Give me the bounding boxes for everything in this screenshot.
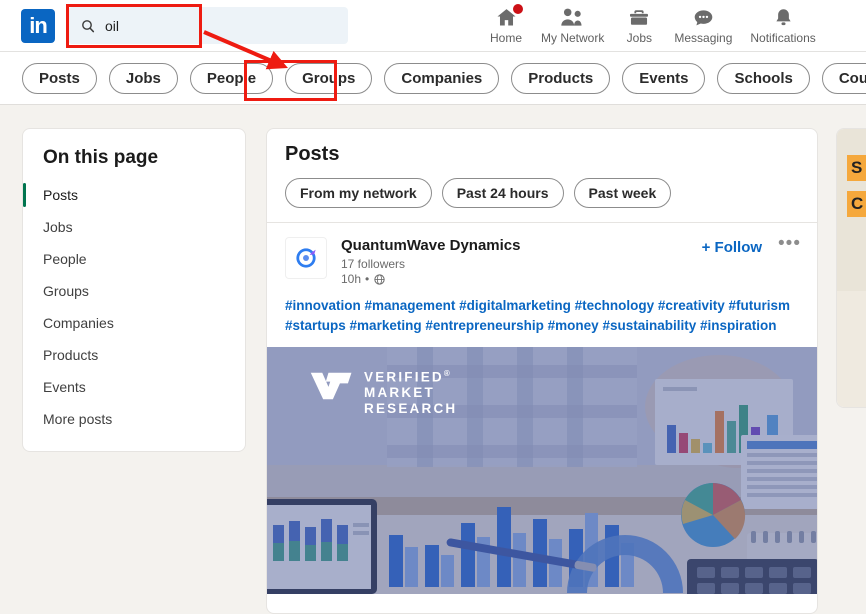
post-hashtags: #innovation #management #digitalmarketin… xyxy=(267,286,817,347)
nav-label-notifications: Notifications xyxy=(750,31,815,45)
bell-icon xyxy=(772,4,795,30)
home-notification-badge xyxy=(511,2,525,16)
post-time: 10h xyxy=(341,272,361,286)
hashtag[interactable]: #management xyxy=(365,298,456,313)
follower-count: 17 followers xyxy=(341,257,702,271)
search-icon xyxy=(80,18,96,34)
avatar[interactable] xyxy=(285,237,327,279)
author-name[interactable]: QuantumWave Dynamics xyxy=(341,237,702,255)
filter-past-week[interactable]: Past week xyxy=(574,178,672,208)
hashtag[interactable]: #futurism xyxy=(728,298,790,313)
posts-results-card: Posts From my network Past 24 hours Past… xyxy=(266,128,818,614)
nav-item-jobs[interactable]: Jobs xyxy=(613,0,665,52)
vmr-mark-icon xyxy=(309,369,355,403)
message-bubble-icon xyxy=(691,4,716,30)
sidebar-item-jobs[interactable]: Jobs xyxy=(23,211,245,243)
hashtag[interactable]: #sustainability xyxy=(602,318,696,333)
linkedin-logo[interactable]: in xyxy=(21,9,55,43)
sidebar-item-posts[interactable]: Posts xyxy=(23,179,245,211)
hashtag[interactable]: #digitalmarketing xyxy=(459,298,571,313)
registered-mark: ® xyxy=(444,369,450,378)
rail-highlight-1: S xyxy=(847,155,866,181)
page-title: Posts xyxy=(267,129,817,166)
hashtag[interactable]: #entrepreneurship xyxy=(425,318,544,333)
nav-item-home[interactable]: Home xyxy=(480,0,532,52)
vmr-line-2: MARKET xyxy=(364,385,457,401)
follow-button[interactable]: + Follow xyxy=(702,239,762,256)
search-input[interactable] xyxy=(105,18,305,34)
linkedin-search-page: in Home xyxy=(0,0,866,614)
global-header: in Home xyxy=(0,0,866,52)
post-meta: 10h • xyxy=(341,272,702,286)
header-nav: Home My Network xyxy=(480,0,825,52)
vmr-logo-text: VERIFIED® MARKET RESEARCH xyxy=(364,369,457,417)
tab-events[interactable]: Events xyxy=(622,63,705,94)
author-block: QuantumWave Dynamics 17 followers 10h • xyxy=(341,237,702,286)
globe-icon xyxy=(373,273,386,286)
nav-label-my-network: My Network xyxy=(541,31,604,45)
sidebar-item-more-posts[interactable]: More posts xyxy=(23,403,245,435)
tab-groups[interactable]: Groups xyxy=(285,63,372,94)
hashtag[interactable]: #inspiration xyxy=(700,318,777,333)
nav-label-messaging: Messaging xyxy=(674,31,732,45)
hashtag[interactable]: #innovation xyxy=(285,298,361,313)
search-filter-tabs: Posts Jobs People Groups Companies Produ… xyxy=(0,52,866,105)
filter-from-my-network[interactable]: From my network xyxy=(285,178,432,208)
hashtag[interactable]: #creativity xyxy=(658,298,725,313)
tab-companies[interactable]: Companies xyxy=(384,63,499,94)
nav-label-home: Home xyxy=(490,31,522,45)
verified-market-research-logo: VERIFIED® MARKET RESEARCH xyxy=(309,369,457,417)
hashtag[interactable]: #marketing xyxy=(350,318,422,333)
sidebar-title: On this page xyxy=(23,143,245,179)
hashtag[interactable]: #technology xyxy=(575,298,655,313)
company-logo-icon xyxy=(292,244,320,272)
sidebar-item-companies[interactable]: Companies xyxy=(23,307,245,339)
right-rail-image: S C xyxy=(837,129,866,293)
meta-separator: • xyxy=(365,272,369,286)
tab-posts[interactable]: Posts xyxy=(22,63,97,94)
right-rail-card[interactable]: S C xyxy=(836,128,866,408)
tab-people[interactable]: People xyxy=(190,63,273,94)
tab-courses[interactable]: Courses xyxy=(822,63,866,94)
vmr-line-1: VERIFIED xyxy=(364,369,444,384)
tab-jobs[interactable]: Jobs xyxy=(109,63,178,94)
rail-highlight-text-2: C xyxy=(847,191,866,217)
search-box[interactable] xyxy=(68,7,348,44)
home-icon xyxy=(494,4,519,30)
nav-item-my-network[interactable]: My Network xyxy=(532,0,613,52)
on-this-page-sidebar: On this page Posts Jobs People Groups Co… xyxy=(22,128,246,452)
hashtag[interactable]: #startups xyxy=(285,318,346,333)
post-filter-row: From my network Past 24 hours Past week xyxy=(267,166,817,222)
sidebar-item-events[interactable]: Events xyxy=(23,371,245,403)
tab-schools[interactable]: Schools xyxy=(717,63,809,94)
hashtag[interactable]: #money xyxy=(548,318,599,333)
right-rail-body xyxy=(837,291,866,407)
briefcase-icon xyxy=(627,4,651,30)
post-overflow-menu-button[interactable]: ••• xyxy=(778,233,801,255)
post-image[interactable]: VERIFIED® MARKET RESEARCH xyxy=(267,347,817,594)
sidebar-item-groups[interactable]: Groups xyxy=(23,275,245,307)
nav-label-jobs: Jobs xyxy=(627,31,652,45)
nav-item-messaging[interactable]: Messaging xyxy=(665,0,741,52)
people-icon xyxy=(559,4,586,30)
sidebar-item-people[interactable]: People xyxy=(23,243,245,275)
filter-past-24-hours[interactable]: Past 24 hours xyxy=(442,178,564,208)
post-header: QuantumWave Dynamics 17 followers 10h • … xyxy=(267,223,817,286)
rail-highlight-2: C xyxy=(847,191,866,217)
rail-highlight-text-1: S xyxy=(847,155,866,181)
nav-item-notifications[interactable]: Notifications xyxy=(741,0,824,52)
tab-products[interactable]: Products xyxy=(511,63,610,94)
sidebar-item-products[interactable]: Products xyxy=(23,339,245,371)
vmr-line-3: RESEARCH xyxy=(364,401,457,417)
